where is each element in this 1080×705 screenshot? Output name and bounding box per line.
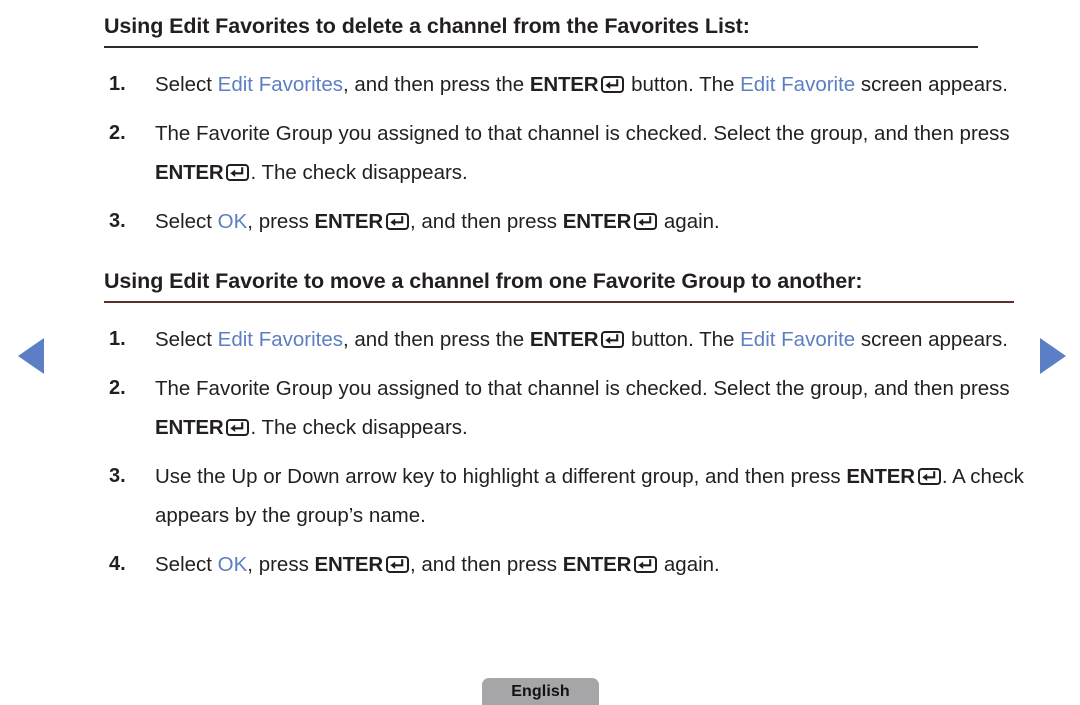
enter-key-icon bbox=[386, 556, 409, 573]
heading-rule bbox=[104, 301, 1014, 303]
highlighted-term: Edit Favorite bbox=[740, 328, 856, 351]
text-run: Use the Up or Down arrow key to highligh… bbox=[155, 465, 847, 488]
text-run: Select bbox=[155, 210, 218, 233]
key-label: ENTER bbox=[314, 553, 384, 576]
step-number: 1. bbox=[109, 328, 126, 350]
step-text: Select OK, press ENTER, and then press E… bbox=[155, 545, 1024, 584]
text-run: Select bbox=[155, 328, 218, 351]
step-item: 1. Select Edit Favorites, and then press … bbox=[104, 65, 1024, 104]
key-label: ENTER bbox=[529, 73, 599, 96]
step-item: 2. The Favorite Group you assigned to tha… bbox=[104, 114, 1024, 192]
heading-rule bbox=[104, 46, 978, 48]
highlighted-term: OK bbox=[217, 553, 248, 576]
enter-key-icon bbox=[634, 213, 658, 230]
triangle-right-icon bbox=[1036, 335, 1070, 377]
enter-key-icon bbox=[601, 76, 625, 93]
key-label: ENTER bbox=[529, 328, 599, 351]
text-run: , and then press bbox=[410, 210, 563, 233]
step-text: Select Edit Favorites, and then press th… bbox=[155, 320, 1024, 359]
text-run: screen appears. bbox=[855, 73, 1008, 96]
key-label: ENTER bbox=[155, 161, 224, 184]
step-list: 1. Select Edit Favorites, and then press … bbox=[104, 65, 1024, 241]
step-number: 1. bbox=[109, 73, 126, 95]
text-run: , and then press the bbox=[343, 73, 530, 96]
step-item: 2. The Favorite Group you assigned to tha… bbox=[104, 369, 1024, 447]
key-label: ENTER bbox=[155, 416, 224, 439]
step-number: 3. bbox=[109, 210, 126, 232]
text-run: , press bbox=[247, 210, 315, 233]
text-run: , and then press the bbox=[343, 328, 530, 351]
text-run: The Favorite Group you assigned to that … bbox=[155, 377, 1010, 400]
section-move-channel: Using Edit Favorite to move a channel fr… bbox=[104, 269, 1024, 584]
enter-key-icon bbox=[917, 468, 941, 485]
enter-key-icon bbox=[634, 556, 658, 573]
language-button[interactable]: English bbox=[482, 678, 599, 705]
text-run: again. bbox=[658, 553, 720, 576]
text-run: . The check disappears. bbox=[250, 161, 468, 184]
text-run: Select bbox=[155, 73, 218, 96]
highlighted-term: Edit Favorites bbox=[217, 73, 343, 96]
step-item: 4. Select OK, press ENTER, and then press… bbox=[104, 545, 1024, 584]
enter-key-icon bbox=[226, 164, 250, 181]
step-number: 2. bbox=[109, 122, 126, 144]
highlighted-term: OK bbox=[217, 210, 248, 233]
section-heading: Using Edit Favorites to delete a channel… bbox=[104, 14, 750, 38]
step-text: Use the Up or Down arrow key to highligh… bbox=[155, 457, 1024, 535]
highlighted-term: Edit Favorites bbox=[217, 328, 343, 351]
step-number: 3. bbox=[109, 465, 126, 487]
previous-page-arrow[interactable] bbox=[14, 335, 48, 377]
step-text: Select Edit Favorites, and then press th… bbox=[155, 65, 1024, 104]
key-label: ENTER bbox=[562, 210, 632, 233]
text-run: , press bbox=[247, 553, 315, 576]
enter-key-icon bbox=[226, 419, 250, 436]
step-item: 3. Select OK, press ENTER, and then press… bbox=[104, 202, 1024, 241]
text-run: , and then press bbox=[410, 553, 563, 576]
key-label: ENTER bbox=[314, 210, 384, 233]
text-run: button. The bbox=[625, 73, 741, 96]
key-label: ENTER bbox=[846, 465, 915, 488]
text-run: Select bbox=[155, 553, 218, 576]
enter-key-icon bbox=[601, 331, 625, 348]
page-content: Using Edit Favorites to delete a channel… bbox=[104, 14, 1024, 594]
section-delete-channel: Using Edit Favorites to delete a channel… bbox=[104, 14, 1024, 241]
key-label: ENTER bbox=[562, 553, 632, 576]
manual-page: Using Edit Favorites to delete a channel… bbox=[0, 0, 1080, 705]
text-run: . The check disappears. bbox=[250, 416, 468, 439]
text-run: again. bbox=[658, 210, 720, 233]
step-number: 4. bbox=[109, 553, 126, 575]
next-page-arrow[interactable] bbox=[1036, 335, 1070, 377]
step-text: The Favorite Group you assigned to that … bbox=[155, 369, 1024, 447]
step-item: 1. Select Edit Favorites, and then press … bbox=[104, 320, 1024, 359]
step-text: The Favorite Group you assigned to that … bbox=[155, 114, 1024, 192]
text-run: screen appears. bbox=[855, 328, 1008, 351]
text-run: button. The bbox=[625, 328, 741, 351]
enter-key-icon bbox=[386, 213, 409, 230]
highlighted-term: Edit Favorite bbox=[740, 73, 856, 96]
text-run: The Favorite Group you assigned to that … bbox=[155, 122, 1010, 145]
section-heading: Using Edit Favorite to move a channel fr… bbox=[104, 269, 863, 293]
step-list: 1. Select Edit Favorites, and then press … bbox=[104, 320, 1024, 584]
triangle-left-icon bbox=[14, 335, 48, 377]
step-item: 3. Use the Up or Down arrow key to highli… bbox=[104, 457, 1024, 535]
step-number: 2. bbox=[109, 377, 126, 399]
step-text: Select OK, press ENTER, and then press E… bbox=[155, 202, 1024, 241]
